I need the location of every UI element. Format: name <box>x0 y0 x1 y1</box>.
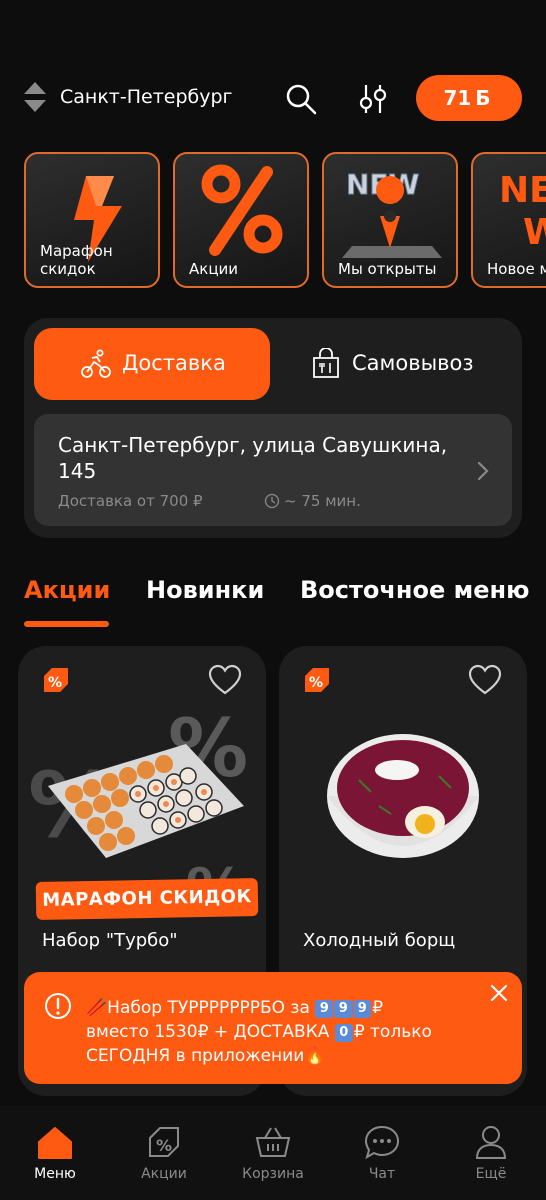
heart-icon[interactable] <box>208 664 242 696</box>
delivery-time: ~ 75 мин. <box>264 492 361 510</box>
story-label: Мы открыты <box>338 260 437 278</box>
promo-text-part: СЕГОДНЯ в приложении🔥 <box>86 1046 326 1066</box>
basket-icon <box>255 1127 291 1157</box>
close-icon[interactable] <box>488 982 510 1004</box>
search-icon[interactable] <box>284 82 318 116</box>
promo-banner[interactable]: 🥢Набор ТУРРРРРРРБО за 9 9 9 ₽ вместо 1530₽ … <box>24 972 522 1084</box>
bonus-amount: 71 <box>443 86 472 110</box>
discount-tag-icon: % <box>149 1127 179 1157</box>
city-switch-icon[interactable] <box>24 82 46 114</box>
nav-promotions[interactable]: % Акции <box>114 1124 214 1194</box>
takeaway-bag-icon <box>313 348 339 378</box>
digit-emoji: 9 <box>334 1000 353 1018</box>
min-order-text: Доставка от 700 ₽ <box>58 492 203 510</box>
nav-label: Акции <box>141 1166 187 1182</box>
nav-label: Меню <box>34 1166 76 1182</box>
tab-category-eastern-menu[interactable]: Восточное меню <box>300 576 529 604</box>
bonus-currency: Б <box>475 86 491 110</box>
discount-badge-icon: % <box>44 668 68 692</box>
svg-text:W: W <box>523 212 546 253</box>
courier-bike-icon <box>81 349 111 378</box>
profile-icon <box>475 1126 507 1159</box>
marathon-tag: МАРАФОН СКИДОК <box>35 878 259 920</box>
city-name[interactable]: Санкт-Петербург <box>60 86 233 108</box>
bottom-navigation: Меню % Акции Корзина Чат Ещё <box>0 1106 546 1200</box>
home-icon <box>38 1127 72 1159</box>
bonus-balance-button[interactable]: 71 Б <box>416 75 522 121</box>
tab-delivery[interactable]: Доставка <box>34 328 270 400</box>
active-tab-indicator <box>24 621 109 627</box>
story-label: Акции <box>189 260 239 278</box>
tab-delivery-label: Доставка <box>122 351 226 375</box>
nav-label: Корзина <box>242 1166 304 1182</box>
heart-icon[interactable] <box>468 664 502 696</box>
story-label: Новое меню <box>487 260 546 278</box>
nav-more[interactable]: Ещё <box>441 1124 541 1194</box>
svg-text:%: % <box>309 675 323 691</box>
delivery-card: Доставка Самовывоз Санкт-Петербург, улиц… <box>24 318 522 538</box>
story-label: Марафон скидок <box>40 242 113 278</box>
digit-emoji: 0 <box>334 1024 353 1042</box>
product-name: Холодный борщ <box>303 930 456 951</box>
filter-icon[interactable] <box>356 82 390 116</box>
delivery-address: Санкт-Петербург, улица Савушкина, 145 <box>58 433 448 483</box>
nav-chat[interactable]: Чат <box>332 1124 432 1194</box>
alert-icon <box>45 993 71 1019</box>
promo-text-part: ₽ только <box>353 1022 432 1042</box>
nav-cart[interactable]: Корзина <box>223 1124 323 1194</box>
discount-badge-icon: % <box>305 668 329 692</box>
story-we-are-open[interactable]: NEW Мы открыты <box>322 152 458 288</box>
tab-pickup-label: Самовывоз <box>352 351 474 375</box>
delivery-time-value: ~ 75 мин. <box>284 492 361 510</box>
category-tabs: Акции Новинки Восточное меню <box>24 576 546 632</box>
tab-pickup[interactable]: Самовывоз <box>276 328 512 400</box>
clock-icon <box>264 493 280 509</box>
svg-text:NE: NE <box>499 170 546 211</box>
header: Санкт-Петербург 71 Б <box>0 70 546 126</box>
promo-text-part: 🥢Набор ТУРРРРРРРБО за <box>86 998 316 1018</box>
chevron-right-icon <box>477 461 489 481</box>
nav-label: Ещё <box>475 1166 507 1182</box>
borscht-bowl-image <box>327 734 479 858</box>
digit-emoji: 9 <box>315 1000 334 1018</box>
svg-text:%: % <box>156 1136 172 1155</box>
delivery-address-selector[interactable]: Санкт-Петербург, улица Савушкина, 145 До… <box>34 414 512 526</box>
promo-text-part: ₽ <box>372 998 384 1018</box>
story-new-menu[interactable]: NE W Новое меню <box>471 152 546 288</box>
product-name: Набор "Турбо" <box>42 930 178 951</box>
nav-label: Чат <box>368 1166 396 1182</box>
tab-category-promotions[interactable]: Акции <box>24 576 110 604</box>
stories-row: Марафон скидок Акции NEW Мы открыты NE W… <box>24 152 546 288</box>
promo-text-part: вместо 1530₽ + ДОСТАВКА <box>86 1022 335 1042</box>
tab-category-new[interactable]: Новинки <box>146 576 264 604</box>
digit-emoji: 9 <box>353 1000 372 1018</box>
story-marathon[interactable]: Марафон скидок <box>24 152 160 288</box>
promo-message: 🥢Набор ТУРРРРРРРБО за 9 9 9 ₽ вместо 1530₽ … <box>86 996 486 1068</box>
chat-icon <box>364 1125 400 1160</box>
story-promotions[interactable]: Акции <box>173 152 309 288</box>
nav-menu[interactable]: Меню <box>5 1124 105 1194</box>
svg-text:%: % <box>48 675 62 691</box>
